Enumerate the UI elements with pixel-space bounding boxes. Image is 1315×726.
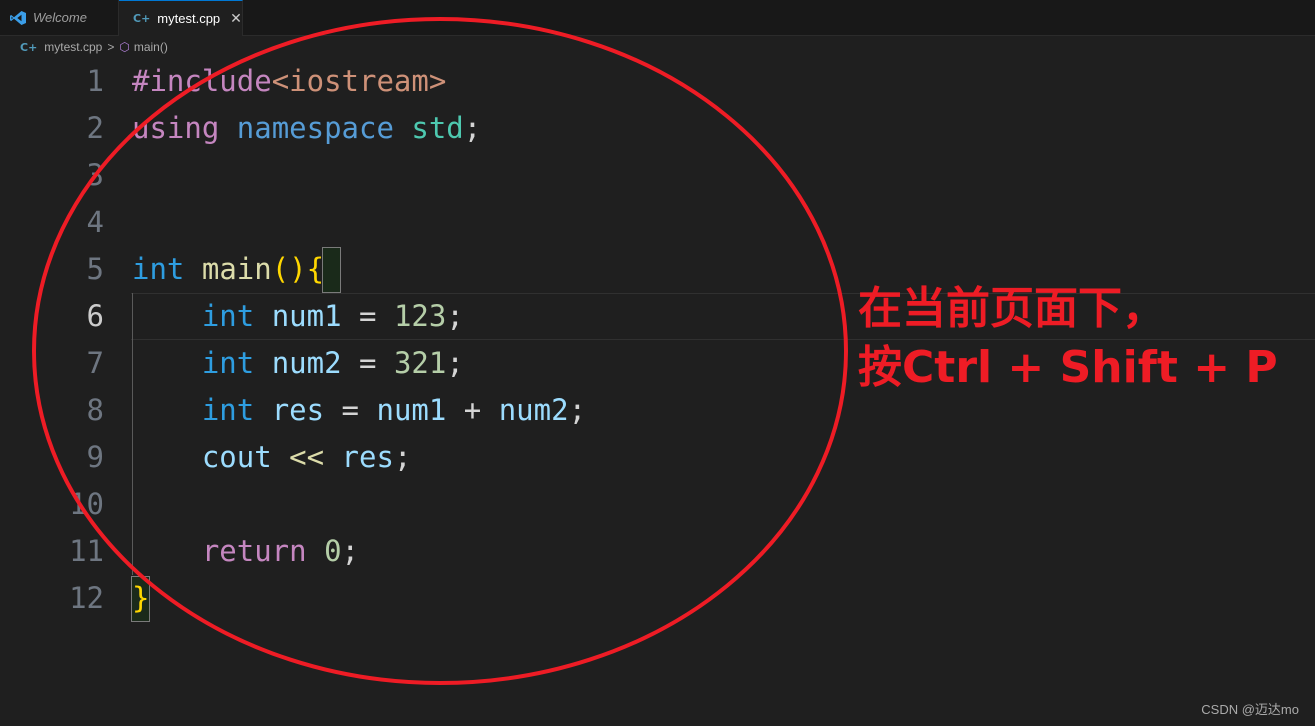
line-number: 6: [86, 299, 104, 333]
line-number: 2: [86, 111, 104, 145]
code-token: std: [411, 111, 464, 145]
code-token: res: [271, 393, 325, 427]
code-token: =: [341, 346, 394, 380]
chevron-right-icon: >: [107, 40, 115, 54]
code-text[interactable]: using namespace std;: [132, 105, 481, 152]
breadcrumb-file[interactable]: mytest.cpp: [44, 40, 102, 54]
code-text[interactable]: int res = num1 + num2;: [132, 387, 586, 434]
tab-mytest-label: mytest.cpp: [157, 11, 221, 26]
code-line[interactable]: 11 return 0;: [0, 528, 1315, 575]
line-number: 9: [86, 440, 104, 474]
code-token: 321: [393, 346, 447, 380]
code-line[interactable]: 12}: [0, 575, 1315, 622]
code-token: ;: [446, 346, 464, 380]
code-token: =: [341, 299, 394, 333]
code-token: =: [324, 393, 377, 427]
code-text[interactable]: }: [132, 575, 149, 622]
tab-welcome[interactable]: Welcome: [0, 0, 119, 35]
code-token: #include: [132, 64, 272, 98]
code-token: namespace: [236, 111, 394, 145]
line-number: 12: [69, 581, 104, 615]
code-text[interactable]: int num1 = 123;: [132, 293, 464, 340]
line-number: 1: [86, 64, 104, 98]
code-token: num2: [271, 346, 342, 380]
code-token: num2: [498, 393, 569, 427]
annotation-line-1: 在当前页面下，: [858, 283, 1166, 334]
code-token: <iostream>: [271, 64, 447, 98]
vscode-icon: [10, 10, 26, 25]
code-token: num1: [271, 299, 342, 333]
code-token: ;: [446, 299, 464, 333]
code-token: ;: [341, 534, 360, 568]
line-number: 8: [86, 393, 104, 427]
line-number: 5: [86, 252, 104, 286]
watermark: CSDN @迈达mo: [1201, 702, 1299, 717]
code-token: main: [201, 252, 272, 286]
code-line[interactable]: 1 #include<iostream>: [0, 58, 1315, 105]
code-text[interactable]: int main(){: [132, 246, 324, 293]
code-token: (){: [271, 252, 325, 286]
cpp-file-icon: C+: [133, 12, 151, 25]
code-token: ;: [568, 393, 587, 427]
tab-mytest-cpp[interactable]: C+ mytest.cpp ✕: [119, 0, 243, 36]
code-line[interactable]: 2 using namespace std;: [0, 105, 1315, 152]
close-icon[interactable]: ✕: [230, 10, 242, 27]
line-number: 4: [86, 205, 104, 239]
cpp-file-icon: C+: [20, 40, 38, 54]
code-token: }: [132, 581, 150, 615]
code-token: int: [201, 393, 255, 427]
line-number: 3: [86, 158, 104, 192]
code-text[interactable]: #include<iostream>: [132, 58, 446, 105]
code-token: 123: [393, 299, 447, 333]
code-token: res: [341, 440, 394, 474]
annotation-line-2: 按Ctrl + Shift + P: [858, 342, 1278, 393]
code-token: int: [201, 346, 255, 380]
code-token: ;: [463, 111, 482, 145]
code-token: cout: [201, 440, 272, 474]
line-number: 7: [86, 346, 104, 380]
code-token: int: [132, 252, 185, 286]
code-line[interactable]: 10: [0, 481, 1315, 528]
code-token: <<: [289, 440, 325, 474]
code-token: return: [201, 534, 307, 568]
line-number: 11: [69, 534, 104, 568]
code-line[interactable]: 9 cout << res;: [0, 434, 1315, 481]
code-token: ;: [393, 440, 412, 474]
symbol-method-icon: ⬡: [119, 40, 130, 54]
code-token: 0: [324, 534, 342, 568]
tab-welcome-label: Welcome: [33, 10, 87, 25]
breadcrumb: C+ mytest.cpp > ⬡ main(): [20, 37, 168, 57]
code-token: int: [201, 299, 255, 333]
code-token: using: [132, 111, 220, 145]
code-line[interactable]: 3: [0, 152, 1315, 199]
code-token: +: [446, 393, 499, 427]
code-text[interactable]: return 0;: [132, 528, 359, 575]
code-text[interactable]: cout << res;: [132, 434, 412, 481]
code-token: num1: [376, 393, 447, 427]
tab-bar: Welcome C+ mytest.cpp ✕: [0, 0, 1315, 36]
code-text[interactable]: int num2 = 321;: [132, 340, 464, 387]
line-number: 10: [69, 487, 104, 521]
code-line[interactable]: 4: [0, 199, 1315, 246]
breadcrumb-symbol[interactable]: main(): [134, 40, 168, 54]
